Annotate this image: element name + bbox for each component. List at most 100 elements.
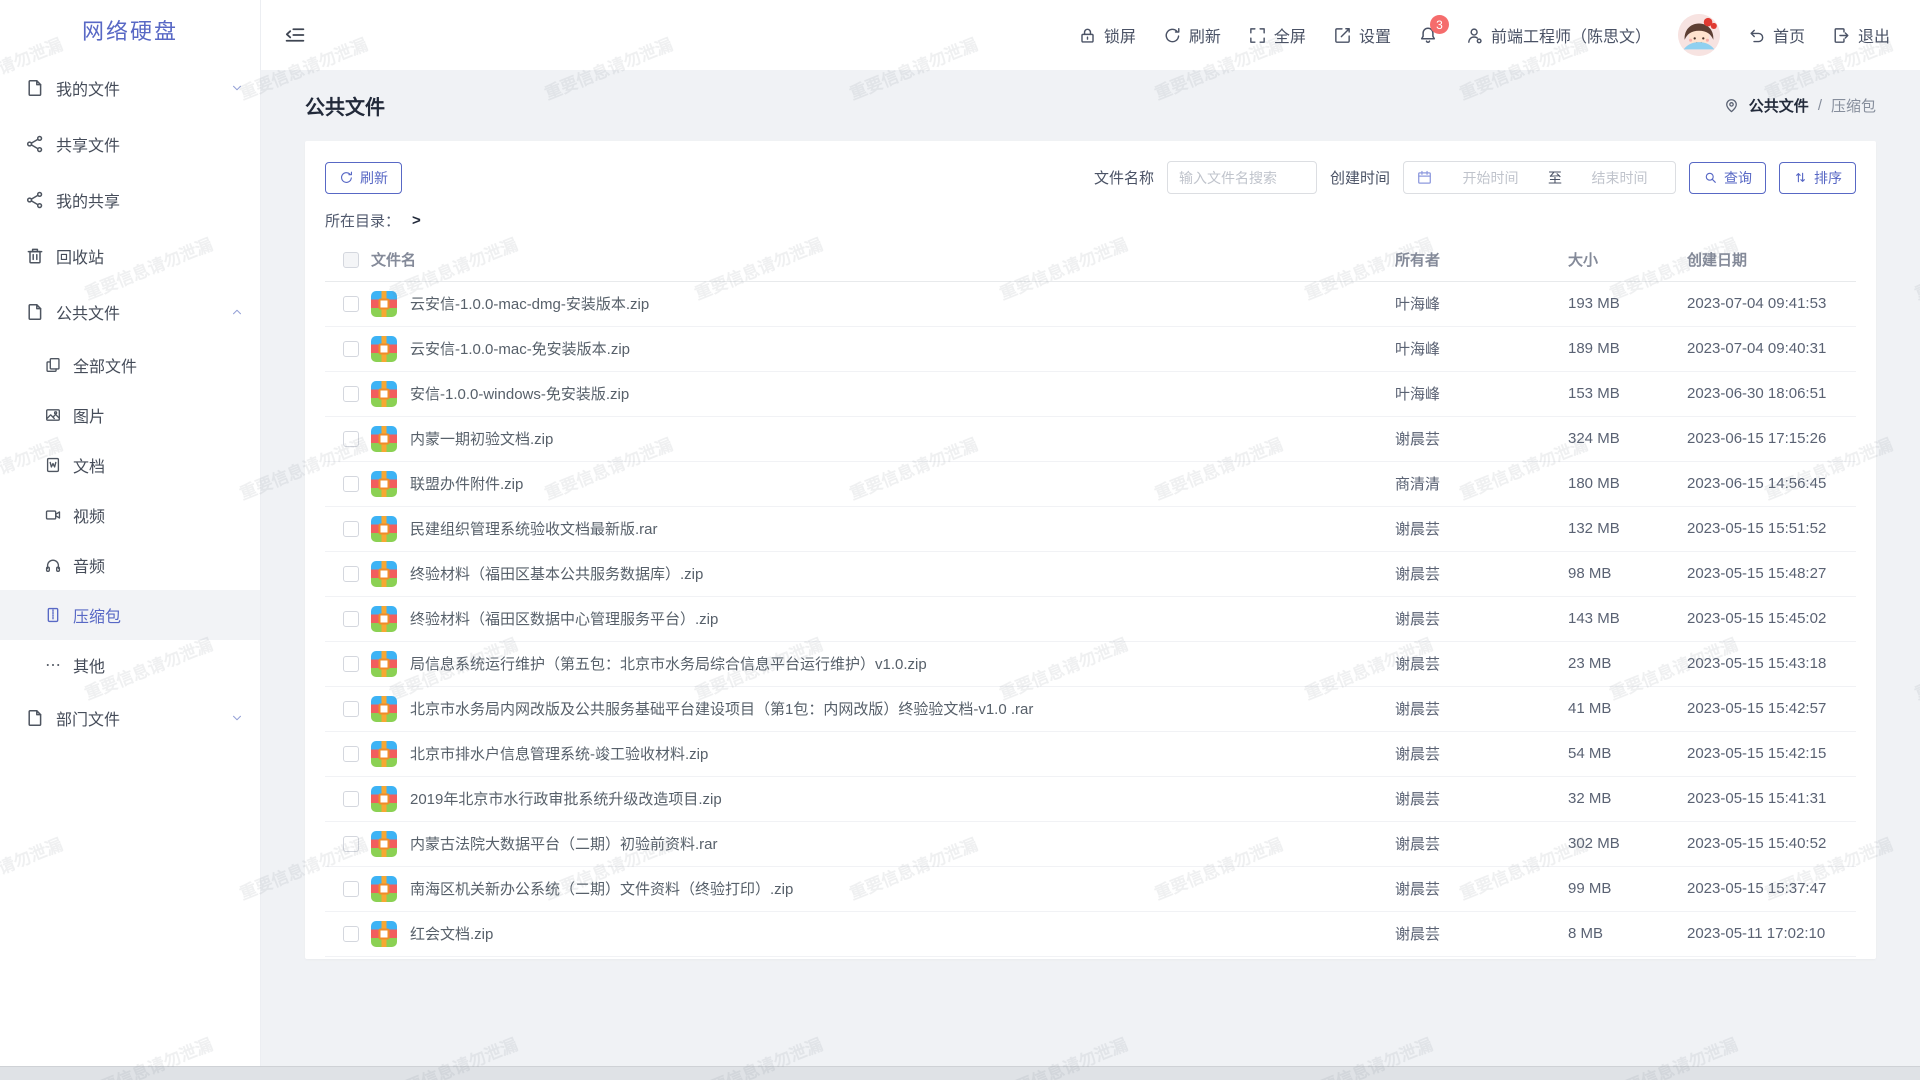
sidebar-item-public-files[interactable]: 公共文件 <box>0 284 260 340</box>
table-row[interactable]: 云安信-1.0.0-mac-dmg-安装版本.zip 叶海峰 193 MB 20… <box>325 281 1856 326</box>
sidebar-item-my-files[interactable]: 我的文件 <box>0 60 260 116</box>
refresh-page-button[interactable]: 刷新 <box>1163 23 1221 47</box>
current-user[interactable]: 前端工程师（陈思文） <box>1465 23 1651 47</box>
column-header-filename[interactable]: 文件名 <box>371 239 1395 281</box>
row-checkbox[interactable] <box>343 566 359 582</box>
sidebar-item-my-shares[interactable]: 我的共享 <box>0 172 260 228</box>
file-size: 23 MB <box>1568 641 1687 686</box>
sidebar-item-videos[interactable]: 视频 <box>0 490 260 540</box>
lock-screen-button[interactable]: 锁屏 <box>1078 23 1136 47</box>
file-name[interactable]: 内蒙一期初验文档.zip <box>410 428 553 449</box>
notifications-button[interactable]: 3 <box>1418 25 1438 45</box>
file-owner: 谢晨芸 <box>1395 911 1568 956</box>
row-checkbox[interactable] <box>343 836 359 852</box>
row-checkbox[interactable] <box>343 296 359 312</box>
home-button[interactable]: 首页 <box>1747 23 1805 47</box>
file-name[interactable]: 云安信-1.0.0-mac-dmg-安装版本.zip <box>410 293 649 314</box>
table-row[interactable]: 安信-1.0.0-windows-免安装版.zip 叶海峰 153 MB 202… <box>325 371 1856 416</box>
file-name[interactable]: 民建组织管理系统验收文档最新版.rar <box>410 518 658 539</box>
breadcrumb-root[interactable]: 公共文件 <box>1749 95 1809 116</box>
settings-label: 设置 <box>1359 23 1391 47</box>
logout-button[interactable]: 退出 <box>1832 23 1890 47</box>
file-name[interactable]: 安信-1.0.0-windows-免安装版.zip <box>410 383 629 404</box>
file-name[interactable]: 南海区机关新办公系统（二期）文件资料（终验打印）.zip <box>410 878 793 899</box>
refresh-list-label: 刷新 <box>360 168 388 188</box>
table-row[interactable]: 云安信-1.0.0-mac-免安装版本.zip 叶海峰 189 MB 2023-… <box>325 326 1856 371</box>
logout-label: 退出 <box>1858 23 1890 47</box>
sidebar-item-images[interactable]: 图片 <box>0 390 260 440</box>
row-checkbox[interactable] <box>343 881 359 897</box>
sidebar-item-all-files[interactable]: 全部文件 <box>0 340 260 390</box>
table-row[interactable]: 内蒙古法院大数据平台（二期）初验前资料.rar 谢晨芸 302 MB 2023-… <box>325 821 1856 866</box>
column-header-created[interactable]: 创建日期 <box>1687 239 1856 281</box>
refresh-icon <box>1163 26 1182 45</box>
filename-search-input[interactable] <box>1167 161 1317 194</box>
row-checkbox[interactable] <box>343 431 359 447</box>
select-all-checkbox[interactable] <box>343 252 359 268</box>
table-row[interactable]: 内蒙一期初验文档.zip 谢晨芸 324 MB 2023-06-15 17:15… <box>325 416 1856 461</box>
file-name[interactable]: 北京市水务局内网改版及公共服务基础平台建设项目（第1包：内网改版）终验验文档-v… <box>410 698 1033 719</box>
row-checkbox[interactable] <box>343 341 359 357</box>
file-name[interactable]: 终验材料（福田区数据中心管理服务平台）.zip <box>410 608 718 629</box>
file-name[interactable]: 内蒙古法院大数据平台（二期）初验前资料.rar <box>410 833 718 854</box>
row-checkbox[interactable] <box>343 611 359 627</box>
table-row[interactable]: 北京市水务局内网改版及公共服务基础平台建设项目（第1包：内网改版）终验验文档-v… <box>325 686 1856 731</box>
sort-button[interactable]: 排序 <box>1779 162 1856 194</box>
row-checkbox[interactable] <box>343 386 359 402</box>
date-range-picker[interactable]: 开始时间 至 结束时间 <box>1403 161 1676 194</box>
sidebar-item-label: 我的共享 <box>56 188 244 212</box>
settings-button[interactable]: 设置 <box>1333 23 1391 47</box>
file-name[interactable]: 终验材料（福田区基本公共服务数据库）.zip <box>410 563 703 584</box>
table-row[interactable]: 2019年北京市水行政审批系统升级改造项目.zip 谢晨芸 32 MB 2023… <box>325 776 1856 821</box>
table-row[interactable]: 南海区机关新办公系统（二期）文件资料（终验打印）.zip 谢晨芸 99 MB 2… <box>325 866 1856 911</box>
file-owner: 谢晨芸 <box>1395 731 1568 776</box>
zip-document-icon <box>44 606 62 624</box>
row-checkbox[interactable] <box>343 476 359 492</box>
home-label: 首页 <box>1773 23 1805 47</box>
table-row[interactable]: 终验材料（福田区基本公共服务数据库）.zip 谢晨芸 98 MB 2023-05… <box>325 551 1856 596</box>
sidebar-item-department-files[interactable]: 部门文件 <box>0 690 260 746</box>
document-icon <box>25 708 45 728</box>
notification-count-badge: 3 <box>1430 15 1449 34</box>
file-name[interactable]: 2019年北京市水行政审批系统升级改造项目.zip <box>410 788 722 809</box>
column-header-size[interactable]: 大小 <box>1568 239 1687 281</box>
start-date-placeholder[interactable]: 开始时间 <box>1447 168 1534 188</box>
sidebar-item-documents[interactable]: 文档 <box>0 440 260 490</box>
file-name[interactable]: 局信息系统运行维护（第五包：北京市水务局综合信息平台运行维护）v1.0.zip <box>410 653 927 674</box>
row-checkbox[interactable] <box>343 746 359 762</box>
row-checkbox[interactable] <box>343 791 359 807</box>
fullscreen-button[interactable]: 全屏 <box>1248 23 1306 47</box>
sidebar-item-others[interactable]: 其他 <box>0 640 260 690</box>
sidebar-item-audio[interactable]: 音频 <box>0 540 260 590</box>
collapse-sidebar-icon[interactable] <box>283 23 307 47</box>
file-name[interactable]: 北京市排水户信息管理系统-竣工验收材料.zip <box>410 743 708 764</box>
file-name[interactable]: 联盟办件附件.zip <box>410 473 523 494</box>
file-created-date: 2023-05-15 15:51:52 <box>1687 506 1856 551</box>
table-row[interactable]: 终验材料（福田区数据中心管理服务平台）.zip 谢晨芸 143 MB 2023-… <box>325 596 1856 641</box>
chevron-down-icon <box>230 81 244 95</box>
row-checkbox[interactable] <box>343 926 359 942</box>
row-checkbox[interactable] <box>343 701 359 717</box>
sidebar-item-label: 其他 <box>73 653 244 677</box>
horizontal-scrollbar[interactable] <box>0 1066 1920 1080</box>
avatar[interactable] <box>1678 14 1720 56</box>
file-name[interactable]: 云安信-1.0.0-mac-免安装版本.zip <box>410 338 630 359</box>
sidebar-item-recycle-bin[interactable]: 回收站 <box>0 228 260 284</box>
table-row[interactable]: 北京市排水户信息管理系统-竣工验收材料.zip 谢晨芸 54 MB 2023-0… <box>325 731 1856 776</box>
end-date-placeholder[interactable]: 结束时间 <box>1576 168 1663 188</box>
sidebar-item-shared-files[interactable]: 共享文件 <box>0 116 260 172</box>
sidebar-item-archives[interactable]: 压缩包 <box>0 590 260 640</box>
table-row[interactable]: 红会文档.zip 谢晨芸 8 MB 2023-05-11 17:02:10 <box>325 911 1856 956</box>
file-name[interactable]: 红会文档.zip <box>410 923 493 944</box>
table-row[interactable]: 民建组织管理系统验收文档最新版.rar 谢晨芸 132 MB 2023-05-1… <box>325 506 1856 551</box>
directory-root-link[interactable]: > <box>412 212 421 229</box>
row-checkbox[interactable] <box>343 656 359 672</box>
table-row[interactable]: 联盟办件附件.zip 商清清 180 MB 2023-06-15 14:56:4… <box>325 461 1856 506</box>
table-row[interactable]: 局信息系统运行维护（第五包：北京市水务局综合信息平台运行维护）v1.0.zip … <box>325 641 1856 686</box>
row-checkbox[interactable] <box>343 521 359 537</box>
query-button[interactable]: 查询 <box>1689 162 1766 194</box>
fullscreen-label: 全屏 <box>1274 23 1306 47</box>
file-size: 54 MB <box>1568 731 1687 776</box>
column-header-owner[interactable]: 所有者 <box>1395 239 1568 281</box>
refresh-list-button[interactable]: 刷新 <box>325 162 402 194</box>
